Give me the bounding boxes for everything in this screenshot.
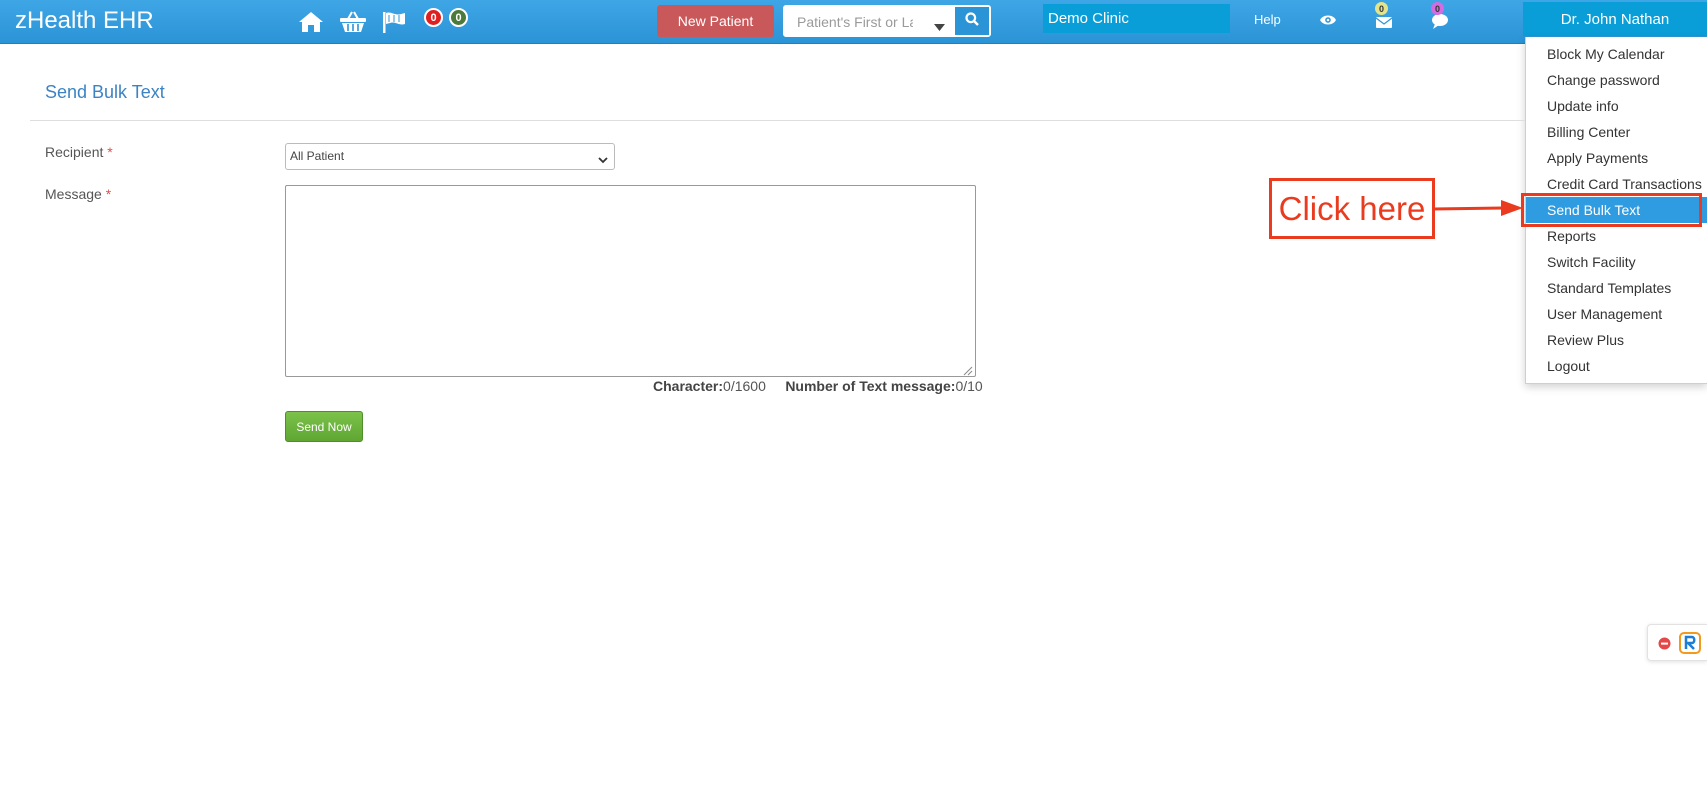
alert-count-badge[interactable]: 0 (424, 8, 443, 27)
envelope-icon[interactable]: 0 (1370, 2, 1398, 33)
menu-item-update-info[interactable]: Update info (1526, 93, 1707, 119)
chat-icon[interactable]: 0 (1426, 2, 1454, 33)
chat-count-badge: 0 (1431, 2, 1444, 15)
task-count-badge[interactable]: 0 (449, 8, 468, 27)
menu-item-review-plus[interactable]: Review Plus (1526, 327, 1707, 353)
message-counter: Character:0/1600 Number of Text message:… (653, 378, 983, 394)
recipient-select-value: All Patient (290, 149, 345, 163)
menu-item-block-my-calendar[interactable]: Block My Calendar (1526, 41, 1707, 67)
text-count: 0/10 (955, 378, 983, 394)
character-count: 0/1600 (723, 378, 766, 394)
search-icon (965, 11, 979, 31)
recipient-label: Recipient * (45, 144, 113, 160)
top-navbar: zHealth EHR 0 0 New Patient Demo Clinic … (0, 0, 1707, 44)
resize-handle-icon[interactable] (962, 363, 1705, 800)
help-link[interactable]: Help (1254, 12, 1281, 27)
text-count-label: Number of Text message: (785, 378, 956, 394)
search-type-dropdown-icon[interactable] (934, 18, 945, 36)
message-label: Message * (45, 186, 111, 202)
home-icon[interactable] (297, 10, 325, 34)
patient-search-input[interactable] (795, 13, 915, 31)
patient-search (783, 5, 991, 37)
search-button[interactable] (955, 7, 989, 35)
review-logo-icon[interactable] (1679, 632, 1701, 659)
character-label: Character: (653, 378, 724, 394)
callout-arrow (1433, 200, 1523, 216)
eye-icon[interactable] (1314, 8, 1342, 32)
minus-circle-icon[interactable] (1658, 637, 1671, 655)
basket-icon[interactable] (339, 10, 367, 34)
menu-item-change-password[interactable]: Change password (1526, 67, 1707, 93)
floating-widget (1647, 624, 1707, 661)
message-textarea[interactable] (285, 185, 976, 377)
recipient-label-text: Recipient (45, 144, 104, 160)
new-patient-button[interactable]: New Patient (657, 5, 774, 37)
send-now-button[interactable]: Send Now (285, 411, 363, 442)
menu-item-apply-payments[interactable]: Apply Payments (1526, 145, 1707, 171)
menu-item-standard-templates[interactable]: Standard Templates (1526, 275, 1707, 301)
required-mark: * (107, 144, 113, 160)
clinic-selector[interactable]: Demo Clinic (1043, 4, 1230, 33)
required-mark: * (105, 186, 112, 202)
user-menu-button[interactable]: Dr. John Nathan (1523, 2, 1707, 36)
chevron-down-icon (598, 153, 608, 167)
recipient-select[interactable]: All Patient (285, 143, 615, 170)
flag-icon[interactable] (380, 10, 408, 34)
app-brand[interactable]: zHealth EHR (15, 7, 154, 35)
page-title: Send Bulk Text (45, 82, 165, 102)
menu-item-switch-facility[interactable]: Switch Facility (1526, 249, 1707, 275)
mail-count-badge: 0 (1375, 2, 1388, 15)
click-here-callout: Click here (1269, 178, 1435, 239)
highlight-box (1521, 193, 1702, 227)
menu-item-user-management[interactable]: User Management (1526, 301, 1707, 327)
title-divider (30, 120, 1525, 121)
menu-item-billing-center[interactable]: Billing Center (1526, 119, 1707, 145)
message-label-text: Message (45, 186, 102, 202)
